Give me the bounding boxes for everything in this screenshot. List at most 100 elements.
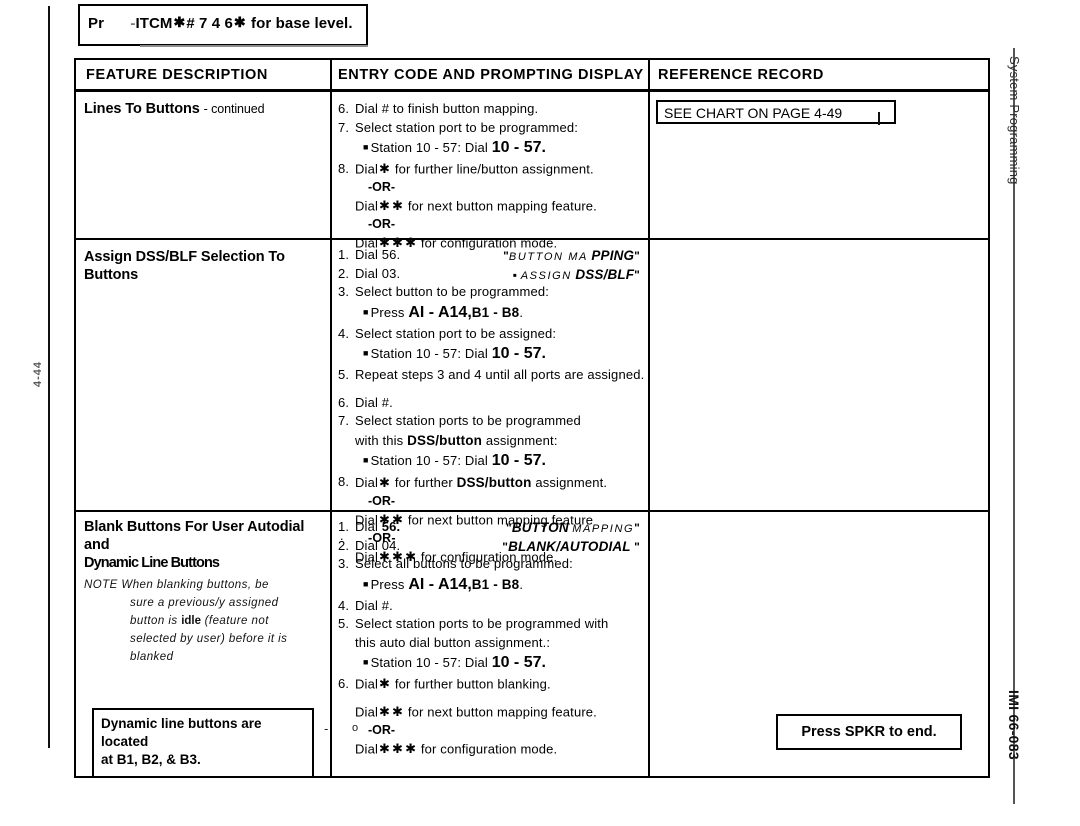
or-separator: -OR- <box>368 217 396 232</box>
step-text: Select station ports to be programmed wi… <box>355 616 609 632</box>
step-text: Dial <box>355 475 378 491</box>
callout-suffix: for base level. <box>251 15 353 32</box>
substep-range: 10 - 57. <box>491 452 546 470</box>
step-text: Dial #. <box>355 597 393 613</box>
column-rule-1 <box>330 60 332 776</box>
step-text: Select station ports to be programmed <box>355 413 581 429</box>
step-number: 5. <box>338 616 350 632</box>
table-row-1-entry: 6. Dial # to finish button mapping. 7. S… <box>338 100 644 253</box>
callout-prefix: Pr <box>88 15 105 32</box>
substep-range-a: AI - A14, <box>408 575 472 593</box>
step-substep: ■ Press AI - A14,B1 - B8. <box>363 575 524 593</box>
step-text-tail: for configuration mode. <box>420 741 558 757</box>
step-text-tail: for further line/button assignment. <box>394 161 594 177</box>
box-note-line-1: Dynamic line buttons are located <box>101 716 262 750</box>
step-continuation: Dial✱ ✱ ✱ for configuration mode. <box>355 741 558 757</box>
header-feature-description: FEATURE DESCRIPTION <box>86 67 268 83</box>
substep-range: 10 - 57. <box>491 139 546 157</box>
step-text: Select station port to be assigned: <box>355 325 557 341</box>
substep-range-a: AI - A14, <box>408 303 472 321</box>
feature-title-3-line2: Dynamic Line Buttons <box>84 555 220 572</box>
step-text: Repeat steps 3 and 4 until all ports are… <box>355 367 645 383</box>
substep-range: 10 - 57. <box>491 654 546 672</box>
feature-note-3: NOTE When blanking buttons, be sure a pr… <box>84 577 328 666</box>
table-row-1-feature: Lines To Buttons - continued <box>84 100 328 118</box>
box-note-line-2: at B1, B2, & B3. <box>101 752 201 768</box>
step-number: 6. <box>338 101 350 116</box>
step-emphasis: DSS/button <box>456 475 532 491</box>
step-substep: ■ Station 10 - 57: Dial 10 - 57. <box>363 139 546 157</box>
step-number: 7. <box>338 119 350 135</box>
step-number: 5. <box>338 367 350 383</box>
note-line-3: button is idle (feature not <box>130 615 269 627</box>
step-number: 2. <box>338 265 350 281</box>
step-text: Dial <box>355 704 378 720</box>
feature-title-1: Lines To Buttons - continued <box>84 100 328 118</box>
substep-text: Station 10 - 57: Dial <box>370 346 488 362</box>
step-text: Select station port to be programmed: <box>355 119 579 135</box>
step-item: 2. Dial 04. "BLANK/AUTODIAL " <box>338 537 644 556</box>
step-item: 8. Dial✱ for further line/button assignm… <box>338 160 644 179</box>
feature-title-1-suffix: - continued <box>203 102 265 116</box>
left-margin-rule <box>48 6 50 748</box>
reference-record-box-1: SEE CHART ON PAGE 4-49 <box>656 100 896 125</box>
feature-title-3: Blank Buttons For User Autodial and Dyna… <box>84 518 328 572</box>
step-text: Dial 03. <box>355 265 401 281</box>
reference-record-text-1: SEE CHART ON PAGE 4-49 <box>664 105 843 121</box>
step-number: 3. <box>338 284 350 300</box>
prompting-display: "BUTTON MA PPING" <box>503 248 640 263</box>
note-label: NOTE <box>84 579 118 592</box>
substep-text: Press <box>370 304 405 320</box>
step-item: 6. Dial #. <box>338 394 644 413</box>
note-line-2: sure a previous/y assigned <box>130 597 279 610</box>
substep-text: Station 10 - 57: Dial <box>370 453 488 469</box>
scan-artifact-dash: - <box>324 721 329 736</box>
step-item: 1. Dial 56. "BUTTON MAPPING" <box>338 518 644 537</box>
step-continuation: Dial✱ ✱ for next button mapping feature. <box>355 704 597 720</box>
press-spkr-box: Press SPKR to end. <box>776 714 962 750</box>
step-item: 2. Dial 03. ▪ ASSIGN DSS/BLF" <box>338 265 644 284</box>
page-number-marker: 4-44 <box>32 360 44 388</box>
table-header-row: FEATURE DESCRIPTION ENTRY CODE AND PROMP… <box>76 60 988 92</box>
step-item: 4. Select station port to be assigned: <box>338 325 644 344</box>
substep-range: 10 - 57. <box>491 345 546 363</box>
step-item: 3. Select all buttons to be programmed: <box>338 555 644 574</box>
prompting-display: "BUTTON MAPPING" <box>505 520 640 535</box>
column-rule-2 <box>648 60 650 776</box>
step-spacer <box>338 694 644 703</box>
step-item: 8. Dial✱ for further DSS/button assignme… <box>338 474 608 491</box>
callout-underline-rule <box>140 45 368 47</box>
substep-text: Station 10 - 57: Dial <box>370 655 488 671</box>
callout-code: # 7 4 6 <box>186 15 233 32</box>
step-item: 7. Select station ports to be programmed <box>338 412 644 431</box>
manual-page: 4-44 System Programming IMI 66-083 Pr ‐I… <box>0 0 1080 826</box>
step-number: 4. <box>338 325 350 341</box>
step-item: 5. Select station ports to be programmed… <box>338 615 644 634</box>
step-substep: ■ Station 10 - 57: Dial 10 - 57. <box>363 452 546 470</box>
step-number: 3. <box>338 556 350 572</box>
step-text-mid: for further <box>394 475 453 491</box>
header-entry-code: ENTRY CODE AND PROMPTING DISPLAY <box>338 67 644 83</box>
step-substep: ■ Press AI - A14,B1 - B8. <box>363 303 524 321</box>
step-text: Dial #. <box>355 394 393 410</box>
substep-range-b: B1 - B8 <box>471 576 520 592</box>
callout-tail-rule <box>82 44 142 46</box>
note-line-4: selected by user) before it is <box>130 632 288 645</box>
prompting-display: "BLANK/AUTODIAL " <box>502 538 640 554</box>
step-number: 8. <box>338 474 350 490</box>
note-line-1: When blanking buttons, be <box>121 579 269 592</box>
table-row-2-feature: Assign DSS/BLF Selection To Buttons <box>84 248 328 284</box>
step-item: 7. Select station port to be programmed: <box>338 119 644 138</box>
or-separator: -OR- <box>368 493 396 508</box>
step-continuation: Dial✱ ✱ for next button mapping feature. <box>355 197 597 214</box>
substep-text: Press <box>370 576 405 592</box>
feature-title-1-text: Lines To Buttons <box>84 101 200 117</box>
step-number: 6. <box>338 394 350 410</box>
feature-title-3-line1: Blank Buttons For User Autodial and <box>84 519 305 554</box>
step-item: 5. Repeat steps 3 and 4 until all ports … <box>338 366 644 385</box>
step-text-tail: for further button blanking. <box>394 676 551 692</box>
step-text-tail: assignment. <box>535 475 608 491</box>
step-item: 3. Select button to be programmed: <box>338 283 644 302</box>
step-emphasis: DSS/button <box>407 432 483 448</box>
step-item: 1. Dial 56. "BUTTON MA PPING" <box>338 246 644 265</box>
